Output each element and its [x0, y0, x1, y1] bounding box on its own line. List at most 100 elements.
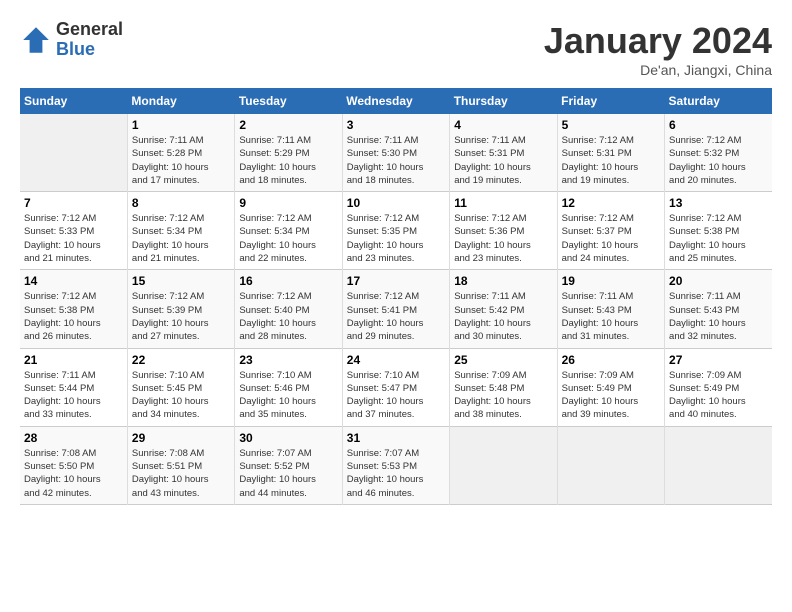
day-number: 23 [239, 353, 337, 367]
day-info: Sunrise: 7:12 AMSunset: 5:38 PMDaylight:… [24, 291, 101, 342]
day-number: 7 [24, 196, 123, 210]
calendar-cell: 17Sunrise: 7:12 AMSunset: 5:41 PMDayligh… [342, 270, 449, 348]
calendar-cell: 18Sunrise: 7:11 AMSunset: 5:42 PMDayligh… [450, 270, 557, 348]
day-info: Sunrise: 7:08 AMSunset: 5:51 PMDaylight:… [132, 448, 209, 499]
day-number: 28 [24, 431, 123, 445]
day-number: 12 [562, 196, 660, 210]
calendar-cell: 8 Sunrise: 7:12 AMSunset: 5:34 PMDaylight… [127, 192, 234, 270]
day-number: 8 [132, 196, 230, 210]
calendar-table: SundayMondayTuesdayWednesdayThursdayFrid… [20, 88, 772, 505]
calendar-cell: 19Sunrise: 7:11 AMSunset: 5:43 PMDayligh… [557, 270, 664, 348]
week-row-5: 28 Sunrise: 7:08 AMSunset: 5:50 PMDayligh… [20, 426, 772, 504]
day-info: Sunrise: 7:12 AMSunset: 5:35 PMDaylight:… [347, 213, 424, 264]
day-number: 15 [132, 274, 230, 288]
day-info: Sunrise: 7:12 AMSunset: 5:32 PMDaylight:… [669, 135, 746, 186]
day-info: Sunrise: 7:12 AMSunset: 5:31 PMDaylight:… [562, 135, 639, 186]
day-number: 6 [669, 118, 768, 132]
calendar-cell: 12 Sunrise: 7:12 AMSunset: 5:37 PMDayligh… [557, 192, 664, 270]
calendar-cell: 24 Sunrise: 7:10 AMSunset: 5:47 PMDayligh… [342, 348, 449, 426]
week-row-3: 14Sunrise: 7:12 AMSunset: 5:38 PMDayligh… [20, 270, 772, 348]
day-number: 13 [669, 196, 768, 210]
week-row-1: 1Sunrise: 7:11 AMSunset: 5:28 PMDaylight… [20, 114, 772, 192]
day-info: Sunrise: 7:12 AMSunset: 5:36 PMDaylight:… [454, 213, 531, 264]
day-number: 19 [562, 274, 660, 288]
day-number: 22 [132, 353, 230, 367]
calendar-cell: 20 Sunrise: 7:11 AMSunset: 5:43 PMDayligh… [665, 270, 772, 348]
day-number: 4 [454, 118, 552, 132]
day-number: 2 [239, 118, 337, 132]
calendar-cell: 16Sunrise: 7:12 AMSunset: 5:40 PMDayligh… [235, 270, 342, 348]
logo-text: General Blue [56, 20, 123, 60]
day-number: 29 [132, 431, 230, 445]
calendar-cell: 22 Sunrise: 7:10 AMSunset: 5:45 PMDayligh… [127, 348, 234, 426]
day-info: Sunrise: 7:07 AMSunset: 5:53 PMDaylight:… [347, 448, 424, 499]
day-info: Sunrise: 7:12 AMSunset: 5:34 PMDaylight:… [239, 213, 316, 264]
calendar-cell: 1Sunrise: 7:11 AMSunset: 5:28 PMDaylight… [127, 114, 234, 192]
calendar-cell [20, 114, 127, 192]
calendar-cell: 26 Sunrise: 7:09 AMSunset: 5:49 PMDayligh… [557, 348, 664, 426]
header-wednesday: Wednesday [342, 88, 449, 114]
calendar-cell: 29 Sunrise: 7:08 AMSunset: 5:51 PMDayligh… [127, 426, 234, 504]
day-number: 21 [24, 353, 123, 367]
day-number: 9 [239, 196, 337, 210]
calendar-cell: 31 Sunrise: 7:07 AMSunset: 5:53 PMDayligh… [342, 426, 449, 504]
day-number: 27 [669, 353, 768, 367]
day-number: 16 [239, 274, 337, 288]
day-info: Sunrise: 7:11 AMSunset: 5:43 PMDaylight:… [669, 291, 746, 342]
day-number: 30 [239, 431, 337, 445]
header-sunday: Sunday [20, 88, 127, 114]
calendar-cell: 11 Sunrise: 7:12 AMSunset: 5:36 PMDayligh… [450, 192, 557, 270]
calendar-cell: 14Sunrise: 7:12 AMSunset: 5:38 PMDayligh… [20, 270, 127, 348]
day-number: 24 [347, 353, 445, 367]
day-number: 20 [669, 274, 768, 288]
day-number: 10 [347, 196, 445, 210]
header-tuesday: Tuesday [235, 88, 342, 114]
day-info: Sunrise: 7:11 AMSunset: 5:44 PMDaylight:… [24, 370, 101, 421]
day-info: Sunrise: 7:10 AMSunset: 5:45 PMDaylight:… [132, 370, 209, 421]
header-thursday: Thursday [450, 88, 557, 114]
day-info: Sunrise: 7:09 AMSunset: 5:49 PMDaylight:… [669, 370, 746, 421]
calendar-cell [450, 426, 557, 504]
day-info: Sunrise: 7:08 AMSunset: 5:50 PMDaylight:… [24, 448, 101, 499]
day-number: 3 [347, 118, 445, 132]
day-number: 11 [454, 196, 552, 210]
header-friday: Friday [557, 88, 664, 114]
logo: General Blue [20, 20, 123, 60]
day-number: 18 [454, 274, 552, 288]
calendar-cell: 10 Sunrise: 7:12 AMSunset: 5:35 PMDayligh… [342, 192, 449, 270]
location: De'an, Jiangxi, China [544, 62, 772, 78]
day-info: Sunrise: 7:10 AMSunset: 5:47 PMDaylight:… [347, 370, 424, 421]
day-info: Sunrise: 7:11 AMSunset: 5:31 PMDaylight:… [454, 135, 531, 186]
calendar-cell: 13Sunrise: 7:12 AMSunset: 5:38 PMDayligh… [665, 192, 772, 270]
day-info: Sunrise: 7:12 AMSunset: 5:41 PMDaylight:… [347, 291, 424, 342]
day-info: Sunrise: 7:12 AMSunset: 5:37 PMDaylight:… [562, 213, 639, 264]
day-info: Sunrise: 7:10 AMSunset: 5:46 PMDaylight:… [239, 370, 316, 421]
day-number: 25 [454, 353, 552, 367]
day-info: Sunrise: 7:11 AMSunset: 5:28 PMDaylight:… [132, 135, 209, 186]
title-area: January 2024 De'an, Jiangxi, China [544, 20, 772, 78]
calendar-cell: 9 Sunrise: 7:12 AMSunset: 5:34 PMDaylight… [235, 192, 342, 270]
day-info: Sunrise: 7:11 AMSunset: 5:30 PMDaylight:… [347, 135, 424, 186]
calendar-cell [665, 426, 772, 504]
day-info: Sunrise: 7:12 AMSunset: 5:34 PMDaylight:… [132, 213, 209, 264]
logo-blue: Blue [56, 40, 123, 60]
calendar-cell: 7 Sunrise: 7:12 AMSunset: 5:33 PMDaylight… [20, 192, 127, 270]
days-header-row: SundayMondayTuesdayWednesdayThursdayFrid… [20, 88, 772, 114]
day-info: Sunrise: 7:12 AMSunset: 5:39 PMDaylight:… [132, 291, 209, 342]
day-info: Sunrise: 7:07 AMSunset: 5:52 PMDaylight:… [239, 448, 316, 499]
day-info: Sunrise: 7:11 AMSunset: 5:29 PMDaylight:… [239, 135, 316, 186]
week-row-4: 21 Sunrise: 7:11 AMSunset: 5:44 PMDayligh… [20, 348, 772, 426]
day-number: 26 [562, 353, 660, 367]
logo-general: General [56, 20, 123, 40]
calendar-cell: 21 Sunrise: 7:11 AMSunset: 5:44 PMDayligh… [20, 348, 127, 426]
day-number: 31 [347, 431, 445, 445]
calendar-cell: 3 Sunrise: 7:11 AMSunset: 5:30 PMDaylight… [342, 114, 449, 192]
week-row-2: 7 Sunrise: 7:12 AMSunset: 5:33 PMDaylight… [20, 192, 772, 270]
day-number: 5 [562, 118, 660, 132]
day-info: Sunrise: 7:09 AMSunset: 5:49 PMDaylight:… [562, 370, 639, 421]
calendar-cell: 25Sunrise: 7:09 AMSunset: 5:48 PMDayligh… [450, 348, 557, 426]
calendar-cell: 4 Sunrise: 7:11 AMSunset: 5:31 PMDaylight… [450, 114, 557, 192]
calendar-cell [557, 426, 664, 504]
calendar-cell: 27 Sunrise: 7:09 AMSunset: 5:49 PMDayligh… [665, 348, 772, 426]
day-info: Sunrise: 7:12 AMSunset: 5:33 PMDaylight:… [24, 213, 101, 264]
